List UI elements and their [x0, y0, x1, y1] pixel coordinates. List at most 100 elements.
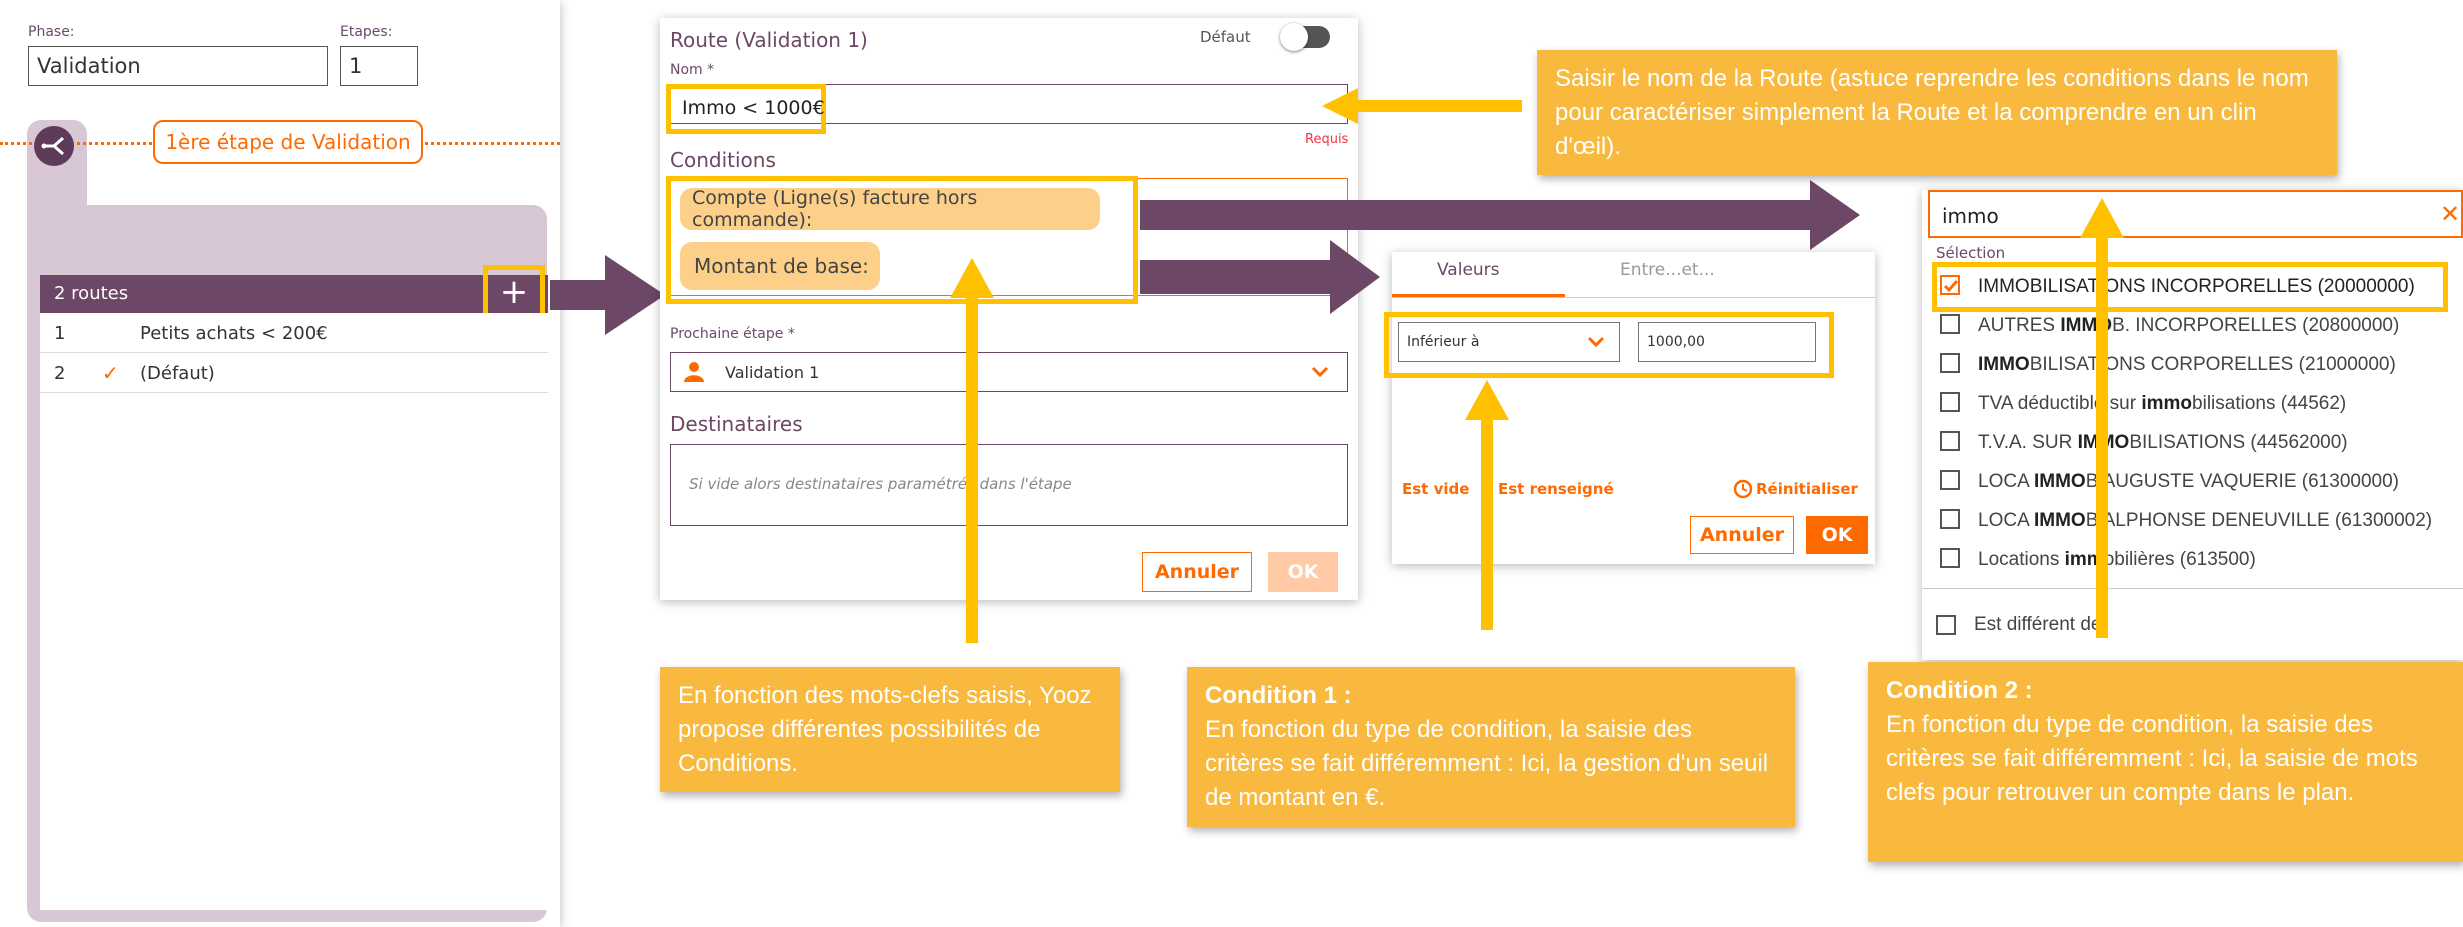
close-icon[interactable]: ✕ — [2440, 200, 2460, 228]
checkbox[interactable] — [1940, 314, 1960, 334]
user-icon — [684, 362, 704, 382]
chevron-down-icon — [1587, 336, 1605, 348]
tab-entre[interactable]: Entre...et... — [1620, 260, 1715, 280]
amount-value: 1000,00 — [1647, 334, 1705, 350]
destinataires-field[interactable]: Si vide alors destinataires paramétrés d… — [670, 444, 1348, 526]
search-result-item[interactable]: TVA déductible sur immobilisations (4456… — [1940, 387, 2460, 423]
label-post: B. INCORPORELLES (20800000) — [2112, 315, 2400, 336]
arrow-up-valeurs — [1465, 380, 1509, 630]
note-condition-1-text: En fonction du type de condition, la sai… — [1205, 716, 1769, 811]
search-result-label: AUTRES IMMOB. INCORPORELLES (20800000) — [1978, 315, 2399, 337]
route-name: (Défaut) — [140, 363, 215, 384]
toggle-knob — [1280, 23, 1308, 51]
est-renseigne-link[interactable]: Est renseigné — [1498, 480, 1614, 498]
search-result-item[interactable]: LOCA IMMOB AUGUSTE VAQUERIE (61300000) — [1940, 465, 2460, 501]
search-query: immo — [1942, 204, 1999, 228]
phase-panel: Phase: Validation Etapes: 1 1ère étape d… — [0, 0, 560, 927]
label-pre: AUTRES — [1978, 315, 2061, 336]
operator-select[interactable]: Inférieur à — [1398, 322, 1620, 362]
search-result-item[interactable]: IMMOBILISATIONS INCORPORELLES (20000000) — [1940, 270, 2460, 306]
search-result-label: T.V.A. SUR IMMOBILISATIONS (44562000) — [1978, 432, 2348, 454]
route-check: ✓ — [102, 361, 119, 385]
search-dialog: immo ✕ Sélection IMMOBILISATIONS INCORPO… — [1922, 190, 2463, 660]
search-result-label: IMMOBILISATIONS CORPORELLES (21000000) — [1978, 354, 2396, 376]
operator-value: Inférieur à — [1407, 334, 1480, 350]
label-post: bilisations (44562) — [2192, 393, 2347, 414]
search-result-item[interactable]: AUTRES IMMOB. INCORPORELLES (20800000) — [1940, 309, 2460, 345]
search-input[interactable]: immo ✕ — [1928, 190, 2463, 238]
search-result-label: LOCA IMMOB AUGUSTE VAQUERIE (61300000) — [1978, 471, 2399, 493]
note-route-name: Saisir le nom de la Route (astuce repren… — [1537, 50, 2337, 175]
checkbox[interactable] — [1940, 353, 1960, 373]
search-result-item[interactable]: LOCA IMMOB ALPHONSE DENEUVILLE (61300002… — [1940, 504, 2460, 540]
condition-chip[interactable]: Montant de base: — [680, 242, 880, 290]
checkbox[interactable] — [1940, 548, 1960, 568]
label-match: IMMO — [2033, 471, 2086, 492]
note-keywords: En fonction des mots-clefs saisis, Yooz … — [660, 667, 1120, 792]
label-pre: LOCA — [1978, 471, 2034, 492]
label-pre: LOCA — [1978, 510, 2034, 531]
condition-chip[interactable]: Compte (Ligne(s) facture hors commande): — [680, 187, 1100, 231]
results-separator — [1922, 588, 2463, 589]
reset-link[interactable]: Réinitialiser — [1756, 480, 1858, 498]
reset-icon — [1733, 479, 1753, 499]
checkbox[interactable] — [1940, 470, 1960, 490]
est-vide-link[interactable]: Est vide — [1402, 480, 1469, 498]
routes-header: 2 routes — [40, 275, 548, 313]
add-route-button[interactable]: + — [495, 272, 533, 312]
route-split-icon[interactable] — [34, 126, 74, 166]
valeurs-ok-button[interactable]: OK — [1806, 516, 1868, 554]
search-result-item[interactable]: T.V.A. SUR IMMOBILISATIONS (44562000) — [1940, 426, 2460, 462]
tab-valeurs[interactable]: Valeurs — [1437, 260, 1500, 280]
selection-label: Sélection — [1936, 244, 2006, 262]
label-pre: T.V.A. SUR — [1978, 432, 2078, 453]
chevron-down-icon — [1311, 366, 1329, 378]
phase-input[interactable]: Validation — [28, 46, 328, 86]
etapes-label: Etapes: — [340, 24, 393, 40]
arrow-to-nom — [1322, 88, 1522, 124]
checkbox[interactable] — [1940, 431, 1960, 451]
next-step-label: Prochaine étape * — [670, 326, 795, 342]
checkbox[interactable] — [1940, 509, 1960, 529]
note-condition-2: Condition 2 : En fonction du type de con… — [1868, 662, 2463, 862]
destinataires-placeholder: Si vide alors destinataires paramétrés d… — [689, 475, 1072, 493]
search-result-label: LOCA IMMOB ALPHONSE DENEUVILLE (61300002… — [1978, 510, 2432, 532]
search-result-label: TVA déductible sur immobilisations (4456… — [1978, 393, 2346, 415]
route-dialog-title: Route (Validation 1) — [670, 28, 868, 52]
requis-text: Requis — [1305, 132, 1349, 147]
amount-input[interactable]: 1000,00 — [1638, 322, 1816, 362]
checkbox[interactable] — [1940, 392, 1960, 412]
next-step-value: Validation 1 — [725, 363, 820, 382]
search-result-item[interactable]: IMMOBILISATIONS CORPORELLES (21000000) — [1940, 348, 2460, 384]
arrow-up-conditions — [950, 258, 994, 643]
tab-separator — [1392, 297, 1875, 298]
route-row[interactable]: 2 ✓ (Défaut) — [40, 353, 548, 393]
search-result-label: IMMOBILISATIONS INCORPORELLES (20000000) — [1978, 276, 2415, 298]
note-condition-2-text: En fonction du type de condition, la sai… — [1886, 711, 2418, 806]
label-post: B AUGUSTE VAQUERIE (61300000) — [2085, 471, 2399, 492]
cancel-button[interactable]: Annuler — [1142, 552, 1252, 592]
checked-checkbox[interactable] — [1940, 275, 1960, 295]
destinataires-label: Destinataires — [670, 412, 803, 436]
note-condition-1: Condition 1 : En fonction du type de con… — [1187, 667, 1795, 827]
arrow-to-route-dialog — [550, 255, 665, 335]
note-condition-1-title: Condition 1 : — [1205, 682, 1352, 709]
search-results: IMMOBILISATIONS INCORPORELLES (20000000)… — [1940, 270, 2460, 590]
step-badge[interactable]: 1ère étape de Validation — [153, 120, 423, 164]
label-pre: Locations — [1978, 549, 2065, 570]
ok-button[interactable]: OK — [1268, 552, 1338, 592]
default-toggle[interactable] — [1280, 23, 1330, 51]
default-label: Défaut — [1200, 28, 1251, 46]
label-match: IMMO — [2033, 510, 2086, 531]
next-step-select[interactable]: Validation 1 — [670, 352, 1348, 392]
route-name: Petits achats < 200€ — [140, 323, 328, 344]
route-row[interactable]: 1 Petits achats < 200€ — [40, 313, 548, 353]
different-checkbox[interactable] — [1936, 615, 1956, 635]
valeurs-cancel-button[interactable]: Annuler — [1690, 516, 1794, 554]
etapes-input[interactable]: 1 — [340, 46, 418, 86]
nom-label: Nom * — [670, 62, 715, 78]
search-result-item[interactable]: Locations immobilières (613500) — [1940, 543, 2460, 579]
label-post: obilières (613500) — [2103, 549, 2256, 570]
label-match: immo — [2141, 393, 2193, 414]
check-icon — [1943, 280, 1959, 293]
